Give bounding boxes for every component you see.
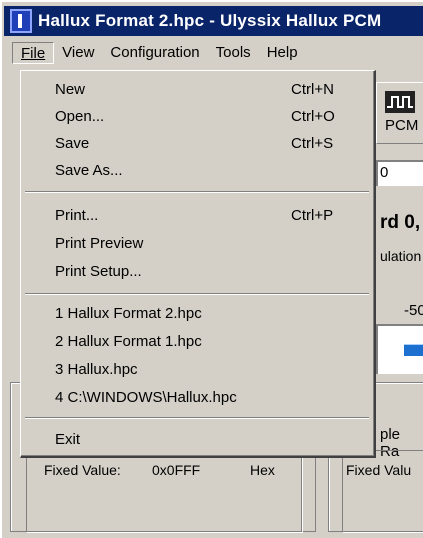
menu-item-open-label: Open...: [55, 108, 105, 125]
pcm-toolbar-button[interactable]: PCM: [376, 82, 423, 144]
menu-item-print-preview-label: Print Preview: [55, 235, 144, 252]
menu-item-recent-3[interactable]: 3 Hallux.hpc: [55, 359, 345, 381]
slider-track[interactable]: [376, 324, 423, 374]
menu-item-open-shortcut: Ctrl+O: [291, 108, 335, 125]
title-bar[interactable]: Hallux Format 2.hpc - Ulyssix Hallux PCM: [4, 6, 423, 36]
menu-item-new-shortcut: Ctrl+N: [291, 81, 334, 98]
menu-separator: [25, 293, 369, 295]
menu-item-print-setup-label: Print Setup...: [55, 263, 142, 280]
menu-bar: File View Configuration Tools Help: [4, 40, 423, 66]
menu-item-exit[interactable]: Exit: [55, 429, 345, 451]
pcm-label: PCM: [385, 117, 419, 134]
menu-configuration-label: Configuration: [110, 44, 200, 61]
menu-item-save-as[interactable]: Save As...: [55, 160, 345, 182]
app-icon[interactable]: [10, 9, 32, 33]
menu-item-print-preview[interactable]: Print Preview: [55, 233, 345, 255]
menu-configuration[interactable]: Configuration: [102, 42, 207, 64]
fixed-value-left: 0x0FFF: [152, 462, 201, 478]
menu-file[interactable]: File: [12, 42, 55, 64]
menu-item-recent-3-label: 3 Hallux.hpc: [55, 361, 138, 378]
fixed-value-label-left: Fixed Value:: [44, 462, 121, 478]
window-title: Hallux Format 2.hpc - Ulyssix Hallux PCM: [38, 11, 382, 30]
value-field-text: 0: [380, 164, 389, 181]
menu-item-new-label: New: [55, 81, 86, 98]
modulation-label: ulation: [380, 248, 422, 264]
menu-item-recent-1[interactable]: 1 Hallux Format 2.hpc: [55, 303, 345, 325]
menu-separator: [25, 417, 369, 419]
app-window: Hallux Format 2.hpc - Ulyssix Hallux PCM…: [0, 0, 423, 538]
menu-item-print-label: Print...: [55, 207, 99, 224]
menu-item-exit-label: Exit: [55, 431, 81, 448]
fixed-value-label-right: Fixed Valu: [346, 462, 412, 478]
menu-tools-label: Tools: [215, 44, 251, 61]
menu-help-label: Help: [266, 44, 298, 61]
menu-item-recent-2-label: 2 Hallux Format 1.hpc: [55, 333, 202, 350]
file-menu-dropdown: New Ctrl+N Open... Ctrl+O Save Ctrl+S Sa…: [20, 70, 376, 458]
menu-separator: [25, 191, 369, 193]
menu-view[interactable]: View: [54, 42, 102, 64]
record-heading: rd 0,: [380, 212, 421, 233]
menu-item-save-label: Save: [55, 135, 90, 152]
pcm-waveform-icon: [385, 91, 415, 113]
menu-file-label: File: [21, 45, 46, 62]
value-field[interactable]: 0: [376, 160, 423, 186]
slider-scale-label: -50: [404, 302, 423, 319]
menu-item-save-as-label: Save As...: [55, 162, 123, 179]
menu-item-save-shortcut: Ctrl+S: [291, 135, 334, 152]
slider-thumb[interactable]: [404, 344, 423, 356]
menu-help[interactable]: Help: [259, 42, 306, 64]
menu-item-recent-1-label: 1 Hallux Format 2.hpc: [55, 305, 202, 322]
menu-item-recent-2[interactable]: 2 Hallux Format 1.hpc: [55, 331, 345, 353]
menu-tools[interactable]: Tools: [208, 42, 259, 64]
menu-view-label: View: [62, 44, 95, 61]
menu-item-print-setup[interactable]: Print Setup...: [55, 261, 345, 283]
menu-item-print-shortcut: Ctrl+P: [291, 207, 334, 224]
fixed-value-unit-left: Hex: [250, 462, 275, 478]
menu-item-recent-4[interactable]: 4 C:\WINDOWS\Hallux.hpc: [55, 387, 345, 409]
menu-item-recent-4-label: 4 C:\WINDOWS\Hallux.hpc: [55, 389, 237, 406]
